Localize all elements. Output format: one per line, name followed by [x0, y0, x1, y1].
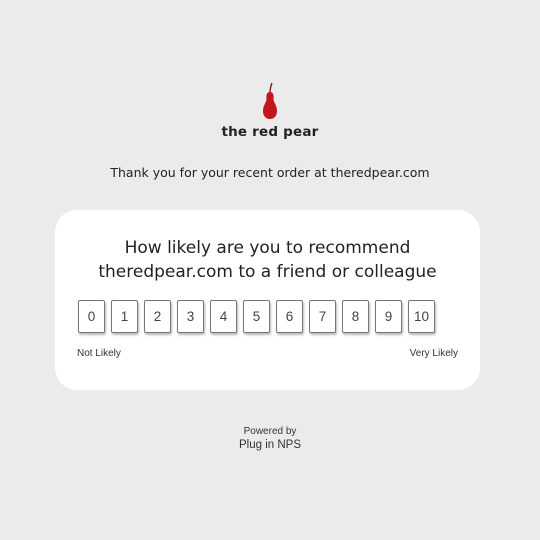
brand-name: the red pear: [221, 124, 319, 140]
high-score-label: Very Likely: [409, 348, 458, 359]
score-scale: 0 1 2 3 4 5 6 7 8 9 10: [78, 300, 435, 333]
nps-survey-card: How likely are you to recommend theredpe…: [55, 210, 480, 390]
provider-name: Plug in NPS: [238, 439, 301, 451]
low-score-label: Not Likely: [77, 348, 121, 359]
score-button-0[interactable]: 0: [78, 300, 105, 333]
survey-question-line-2: theredpear.com to a friend or colleague: [98, 262, 437, 282]
pear-icon: [263, 82, 277, 119]
score-button-7[interactable]: 7: [309, 300, 336, 333]
score-button-1[interactable]: 1: [111, 300, 138, 333]
survey-question: How likely are you to recommend theredpe…: [55, 236, 480, 284]
thank-you-message: Thank you for your recent order at there…: [110, 165, 430, 180]
score-button-4[interactable]: 4: [210, 300, 237, 333]
score-button-8[interactable]: 8: [342, 300, 369, 333]
score-button-3[interactable]: 3: [177, 300, 204, 333]
score-button-5[interactable]: 5: [243, 300, 270, 333]
brand-logo: the red pear: [0, 82, 540, 140]
score-button-10[interactable]: 10: [408, 300, 435, 333]
survey-question-line-1: How likely are you to recommend: [124, 238, 411, 258]
score-button-9[interactable]: 9: [375, 300, 402, 333]
score-button-2[interactable]: 2: [144, 300, 171, 333]
powered-by-label: Powered by: [243, 426, 297, 437]
score-button-6[interactable]: 6: [276, 300, 303, 333]
